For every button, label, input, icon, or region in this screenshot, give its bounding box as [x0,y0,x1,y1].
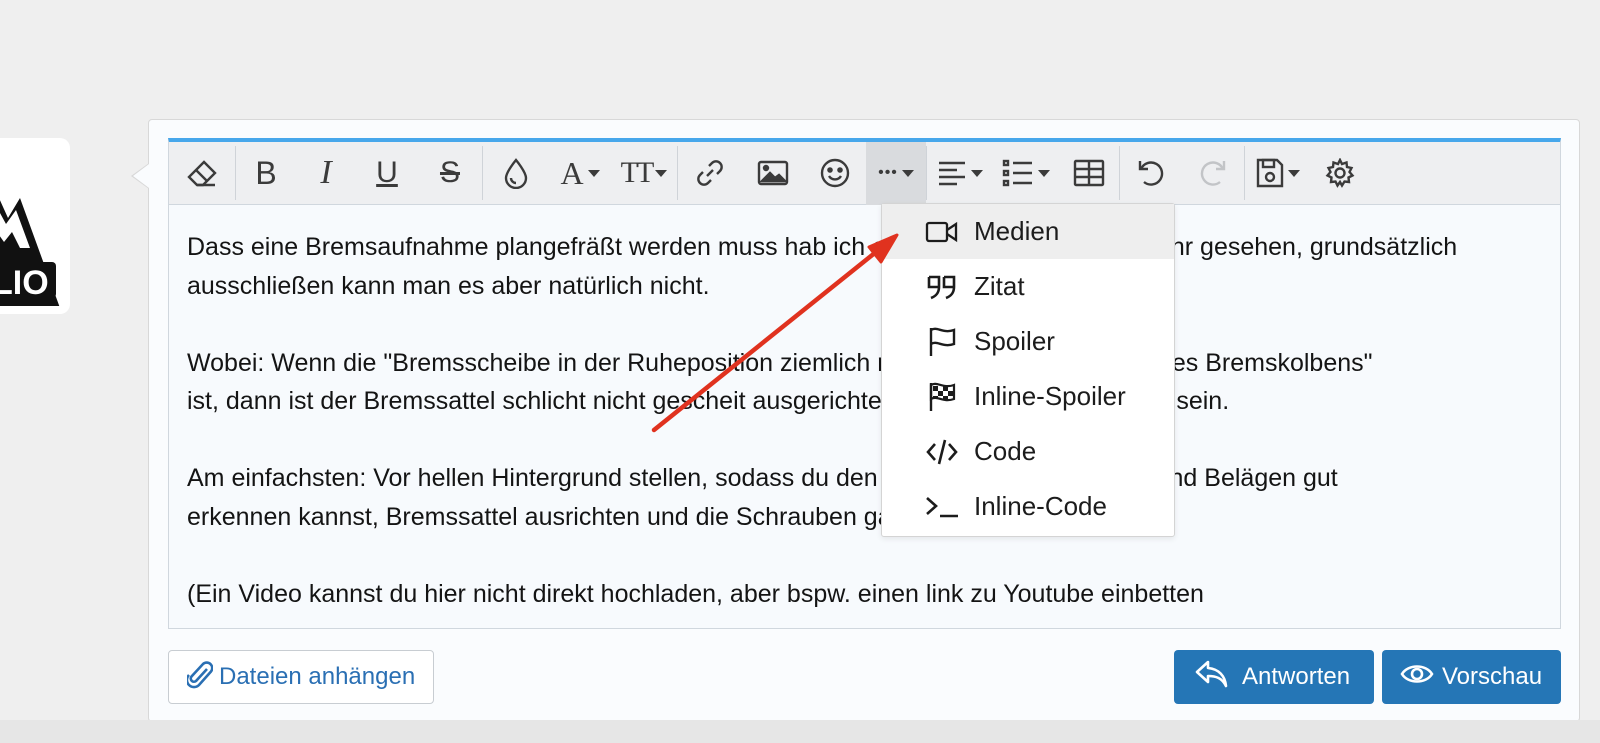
eye-icon [1400,662,1434,693]
link-icon [697,160,723,186]
link-button[interactable] [678,142,742,205]
droplet-icon [504,158,528,189]
page-footer-strip [0,720,1600,743]
redo-button[interactable] [1182,142,1244,205]
menu-item-spoiler[interactable]: Spoiler [882,314,1174,369]
list-button[interactable] [993,142,1059,205]
redo-icon [1200,161,1226,186]
attach-files-button[interactable]: Dateien anhängen [168,650,434,704]
image-icon [757,160,789,186]
image-button[interactable] [742,142,804,205]
smiley-icon [820,158,850,188]
eraser-icon [187,160,217,187]
menu-item-medien[interactable]: Medien [882,204,1174,259]
table-icon [1073,159,1105,187]
editor-toolbar: B I U S A TT ••• [169,141,1560,205]
save-icon [1256,158,1284,188]
avatar-logo-icon: LIO [0,198,60,306]
font-family-button[interactable]: A [549,142,611,205]
code-icon [924,436,960,468]
bold-button[interactable]: B [236,142,296,205]
paragraph: (Ein Video kannst du hier nicht direkt h… [187,579,1204,608]
strikethrough-button[interactable]: S [418,142,482,205]
text-size-icon: TT [620,156,655,189]
editor-content[interactable]: Dass eine Bremsaufnahme plangefräßt werd… [187,228,1547,652]
paragraph: Dass eine Bremsaufnahme plangefräßt werd… [187,233,1458,300]
paragraph: Am einfachsten: Vor hellen Hintergrund s… [187,464,1338,531]
undo-icon [1138,161,1164,186]
avatar[interactable]: LIO [0,138,70,314]
quote-icon [924,271,960,303]
align-button[interactable] [927,142,993,205]
terminal-icon [924,491,960,523]
bold-icon: B [255,154,277,191]
italic-button[interactable]: I [296,142,356,205]
page-background [0,0,1600,118]
underline-icon: U [376,156,398,189]
flag-icon [924,326,960,358]
undo-button[interactable] [1120,142,1182,205]
italic-icon: I [320,154,332,191]
strikethrough-icon: S [439,156,460,189]
paragraph: Wobei: Wenn die "Bremsscheibe in der Ruh… [187,348,1373,416]
table-button[interactable] [1059,142,1119,205]
menu-item-inline-code[interactable]: Inline-Code [882,479,1174,534]
settings-button[interactable] [1311,142,1369,205]
font-size-button[interactable]: TT [611,142,677,205]
drafts-button[interactable] [1245,142,1311,205]
checkered-flag-icon [924,381,960,413]
menu-item-code[interactable]: Code [882,424,1174,479]
rich-text-editor[interactable]: B I U S A TT ••• Dass eine Bremsaufnahme… [168,138,1561,629]
gear-icon [1325,158,1355,188]
ellipsis-icon: ••• [878,164,898,181]
text-color-button[interactable] [483,142,549,205]
reply-icon [1194,659,1228,696]
paperclip-icon [185,659,214,696]
list-icon [1002,159,1032,187]
menu-item-inline-spoiler[interactable]: Inline-Spoiler [882,369,1174,424]
remove-format-button[interactable] [169,142,235,205]
underline-button[interactable]: U [356,142,418,205]
font-icon: A [560,154,584,191]
menu-item-zitat[interactable]: Zitat [882,259,1174,314]
align-left-icon [939,161,965,186]
video-camera-icon [924,216,960,248]
more-options-menu: Medien Zitat Spoiler Inline-Spoiler Code… [881,203,1175,537]
smilies-button[interactable] [804,142,866,205]
svg-text:LIO: LIO [0,264,49,302]
preview-button[interactable]: Vorschau [1382,650,1561,704]
more-options-button[interactable]: ••• [866,141,926,205]
reply-button[interactable]: Antworten [1174,650,1374,704]
